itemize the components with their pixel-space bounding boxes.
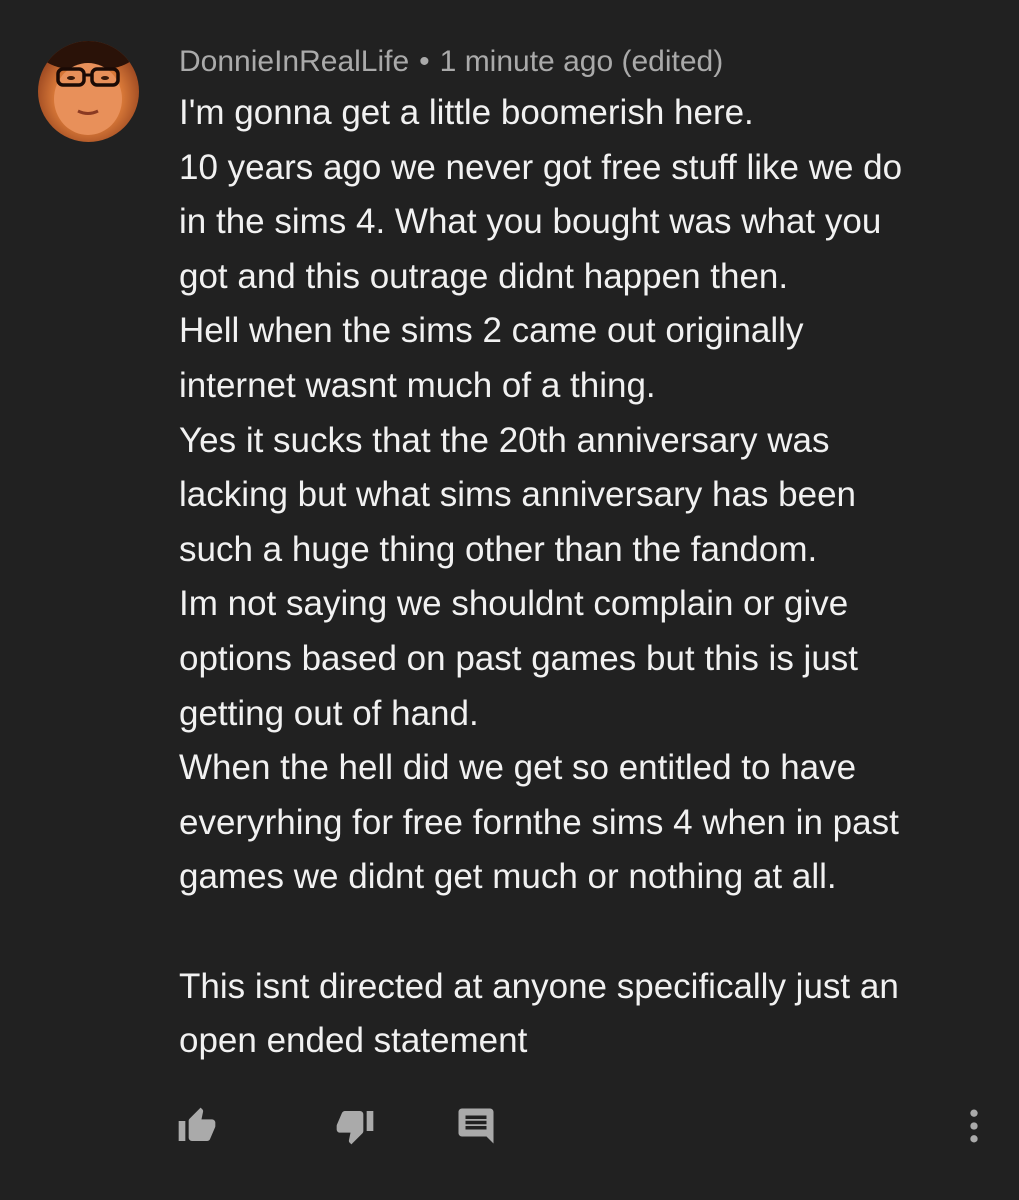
comment-line: internet wasnt much of a thing. xyxy=(179,365,656,405)
comment-line: Yes it sucks that the 20th anniversary w… xyxy=(179,420,830,460)
comment-meta: DonnieInRealLife • 1 minute ago (edited) xyxy=(179,42,723,82)
comment-line: Im not saying we shouldnt complain or gi… xyxy=(179,584,849,624)
comment-line: open ended statement xyxy=(179,1021,528,1061)
reply-comment-icon xyxy=(458,1108,494,1144)
more-options-button[interactable] xyxy=(952,1104,996,1148)
comment-line: in the sims 4. What you bought was what … xyxy=(179,202,882,242)
comment-line: options based on past games but this is … xyxy=(179,638,859,678)
reply-button[interactable] xyxy=(454,1104,498,1148)
avatar[interactable] xyxy=(38,41,139,142)
comment-thread-item: DonnieInRealLife • 1 minute ago (edited) I… xyxy=(0,0,1019,1200)
comment-timestamp[interactable]: 1 minute ago (edited) xyxy=(440,45,724,78)
comment-line: I'm gonna get a little boomerish here. xyxy=(179,93,754,132)
comment-line: everyrhing for free fornthe sims 4 when … xyxy=(179,802,899,842)
like-button[interactable] xyxy=(175,1104,219,1148)
meta-separator: • xyxy=(419,45,430,78)
dislike-button[interactable] xyxy=(333,1104,377,1148)
comment-line: Hell when the sims 2 came out originally xyxy=(179,311,804,351)
comment-line: 10 years ago we never got free stuff lik… xyxy=(179,147,903,187)
avatar-photo xyxy=(40,41,136,135)
comment-body: I'm gonna get a little boomerish here. 1… xyxy=(179,86,999,1069)
comment-blank-line xyxy=(179,905,999,960)
comment-line: got and this outrage didnt happen then. xyxy=(179,256,789,296)
comment-line: getting out of hand. xyxy=(179,693,479,733)
comment-line: such a huge thing other than the fandom. xyxy=(179,529,818,569)
more-vertical-icon xyxy=(970,1109,978,1143)
comment-line: lacking but what sims anniversary has be… xyxy=(179,475,857,515)
thumbs-down-icon xyxy=(336,1111,374,1145)
comment-line: This isnt directed at anyone specificall… xyxy=(179,966,899,1006)
author-name[interactable]: DonnieInRealLife xyxy=(179,45,409,78)
comment-line: When the hell did we get so entitled to … xyxy=(179,748,857,788)
comment-line: games we didnt get much or nothing at al… xyxy=(179,857,837,897)
thumbs-up-icon xyxy=(178,1107,216,1141)
